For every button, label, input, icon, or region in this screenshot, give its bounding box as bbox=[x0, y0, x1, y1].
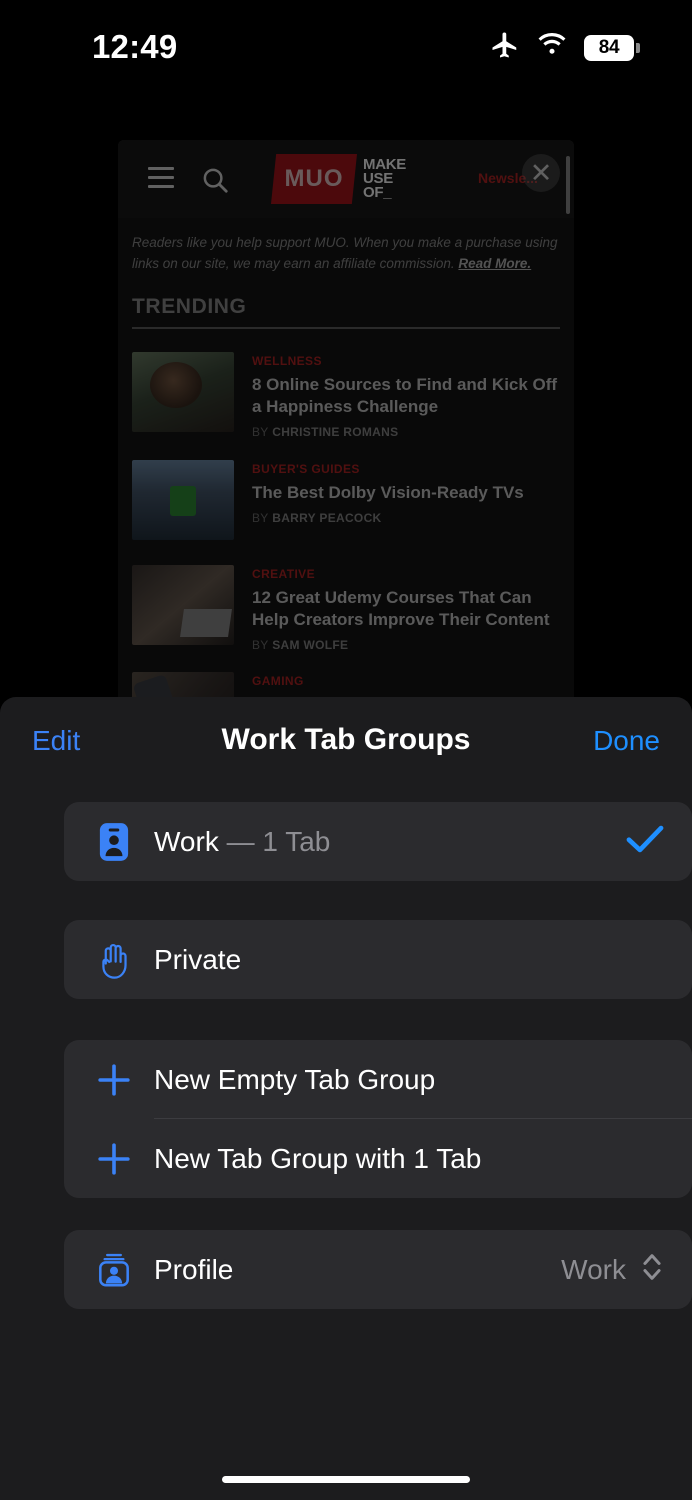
status-bar-indicators: 84 bbox=[490, 30, 640, 65]
article-byline: BY SAM WOLFE bbox=[252, 638, 564, 652]
profile-label: Profile bbox=[154, 1253, 234, 1285]
sheet-header: Edit Work Tab Groups Done bbox=[0, 697, 692, 789]
byline-prefix: BY bbox=[252, 425, 269, 439]
new-empty-tab-group-label: New Empty Tab Group bbox=[154, 1063, 436, 1095]
new-empty-tab-group-button[interactable]: New Empty Tab Group bbox=[64, 1040, 692, 1119]
list-item[interactable]: CREATIVE 12 Great Udemy Courses That Can… bbox=[132, 565, 564, 652]
site-header: MUO MAKE USE OF_ Newsle... ✕ bbox=[118, 140, 574, 218]
tab-group-row-private[interactable]: Private bbox=[64, 920, 692, 999]
search-icon[interactable] bbox=[200, 165, 230, 200]
plus-icon bbox=[92, 1141, 136, 1177]
battery-percent-label: 84 bbox=[598, 37, 620, 58]
airplane-mode-icon bbox=[490, 30, 520, 65]
logo-wordmark: MAKE USE OF_ bbox=[363, 156, 406, 201]
article-author: CHRISTINE ROMANS bbox=[272, 425, 399, 439]
safari-webpage-card[interactable]: MUO MAKE USE OF_ Newsle... ✕ Readers like … bbox=[118, 140, 574, 706]
read-more-link[interactable]: Read More. bbox=[458, 256, 531, 271]
article-title[interactable]: The Best Dolby Vision-Ready TVs bbox=[252, 482, 564, 504]
article-author: BARRY PEACOCK bbox=[272, 511, 382, 525]
byline-prefix: BY bbox=[252, 638, 269, 652]
tab-groups-sheet: Edit Work Tab Groups Done Work — 1 Tab P… bbox=[0, 697, 692, 1500]
new-tab-group-with-tabs-button[interactable]: New Tab Group with 1 Tab bbox=[64, 1119, 692, 1198]
wifi-icon bbox=[536, 32, 568, 62]
article-author: SAM WOLFE bbox=[272, 638, 349, 652]
new-tab-group-section: New Empty Tab Group New Tab Group with 1… bbox=[64, 1040, 692, 1198]
hand-raised-icon bbox=[92, 940, 136, 980]
article-category[interactable]: WELLNESS bbox=[252, 354, 564, 368]
byline-prefix: BY bbox=[252, 511, 269, 525]
id-card-icon bbox=[92, 822, 136, 862]
trending-divider bbox=[132, 327, 560, 329]
hamburger-menu-icon[interactable] bbox=[148, 167, 174, 188]
sheet-title: Work Tab Groups bbox=[221, 723, 471, 756]
tab-group-name: Work bbox=[154, 825, 219, 857]
tab-group-row-work[interactable]: Work — 1 Tab bbox=[64, 802, 692, 881]
status-bar: 12:49 84 bbox=[0, 0, 692, 92]
article-category[interactable]: BUYER'S GUIDES bbox=[252, 462, 564, 476]
article-byline: BY BARRY PEACOCK bbox=[252, 511, 564, 525]
home-indicator[interactable] bbox=[222, 1476, 470, 1483]
status-bar-time: 12:49 bbox=[92, 28, 178, 65]
tab-group-section-work: Work — 1 Tab bbox=[64, 802, 692, 881]
article-category[interactable]: CREATIVE bbox=[252, 567, 564, 581]
tab-group-label-work: Work — 1 Tab bbox=[154, 826, 330, 858]
done-button[interactable]: Done bbox=[593, 725, 660, 757]
page-scrollbar[interactable] bbox=[566, 156, 570, 214]
site-logo[interactable]: MUO MAKE USE OF_ bbox=[271, 154, 406, 204]
new-tab-group-with-tabs-label: New Tab Group with 1 Tab bbox=[154, 1142, 482, 1174]
chevron-up-down-icon[interactable] bbox=[640, 1250, 664, 1289]
article-category[interactable]: GAMING bbox=[252, 674, 564, 688]
logo-mark: MUO bbox=[271, 154, 357, 204]
article-title[interactable]: 12 Great Udemy Courses That Can Help Cre… bbox=[252, 587, 564, 631]
article-thumbnail bbox=[132, 565, 234, 645]
close-icon[interactable]: ✕ bbox=[522, 154, 560, 192]
profile-value: Work bbox=[561, 1253, 626, 1285]
trending-heading: TRENDING bbox=[132, 295, 247, 318]
article-byline: BY CHRISTINE ROMANS bbox=[252, 425, 564, 439]
battery-icon: 84 bbox=[584, 34, 640, 61]
profile-card-icon bbox=[92, 1251, 136, 1289]
list-item[interactable]: WELLNESS 8 Online Sources to Find and Ki… bbox=[132, 352, 564, 439]
tab-group-separator: — bbox=[226, 825, 255, 857]
affiliate-disclaimer: Readers like you help support MUO. When … bbox=[132, 232, 564, 274]
article-thumbnail bbox=[132, 352, 234, 432]
profile-section: Profile Work bbox=[64, 1230, 692, 1309]
checkmark-icon bbox=[626, 824, 664, 859]
tab-group-label-private: Private bbox=[154, 943, 242, 975]
plus-icon bbox=[92, 1062, 136, 1098]
article-title[interactable]: 8 Online Sources to Find and Kick Off a … bbox=[252, 374, 564, 418]
list-item[interactable]: BUYER'S GUIDES The Best Dolby Vision-Rea… bbox=[132, 460, 564, 540]
article-thumbnail bbox=[132, 460, 234, 540]
tab-group-section-private: Private bbox=[64, 920, 692, 999]
profile-row[interactable]: Profile Work bbox=[64, 1230, 692, 1309]
phone-screen: 12:49 84 MUO MAKE USE OF_ Newsle... ✕ Re… bbox=[0, 0, 692, 1500]
tab-group-count: 1 Tab bbox=[262, 825, 331, 857]
